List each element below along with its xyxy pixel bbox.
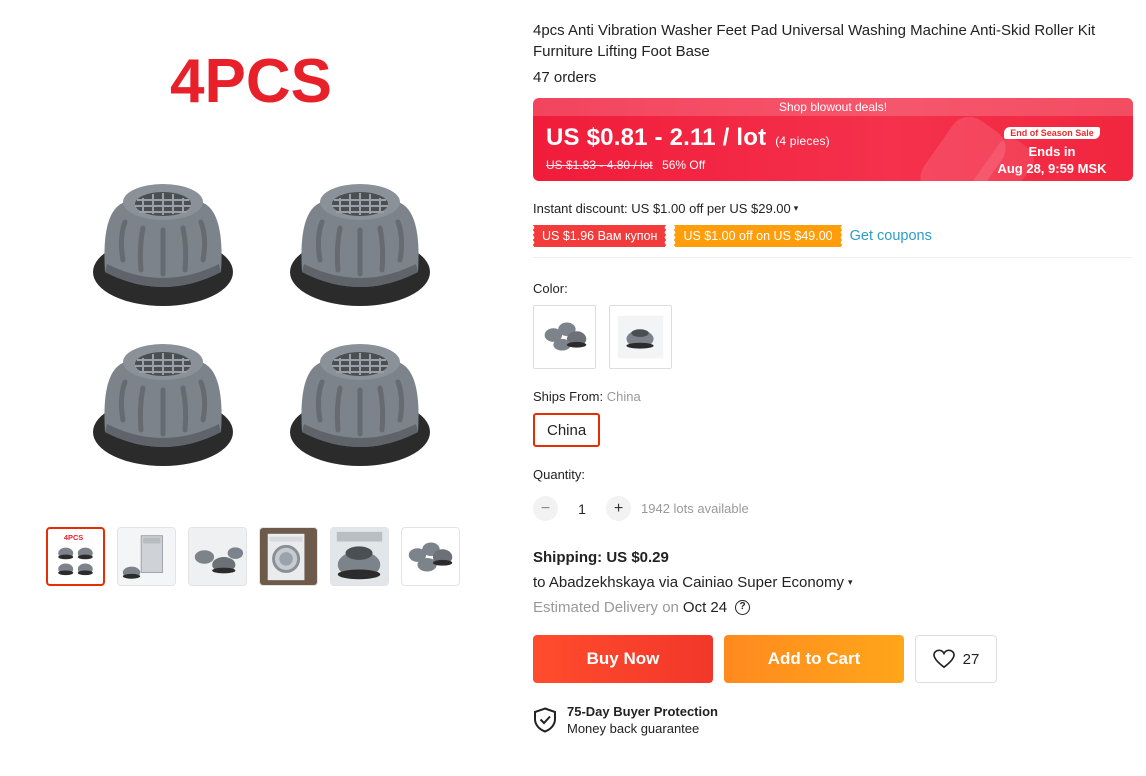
- color-option-1[interactable]: [533, 305, 596, 369]
- deal-price-value: US $0.81 - 2.11 / lot: [546, 124, 767, 151]
- thumbnail-strip: 4PCS: [46, 527, 460, 586]
- product-main-image[interactable]: 4PCS: [40, 30, 470, 500]
- main-image-label: 4PCS: [170, 47, 332, 116]
- wishlist-button[interactable]: 27: [915, 635, 997, 683]
- buyer-protection-title: 75-Day Buyer Protection: [567, 704, 718, 719]
- shield-check-icon: [534, 707, 556, 733]
- product-details: 4pcs Anti Vibration Washer Feet Pad Univ…: [531, 20, 1133, 736]
- thumbnail-5[interactable]: [330, 527, 389, 586]
- thumbnail-1[interactable]: 4PCS: [46, 527, 105, 586]
- quantity-value[interactable]: 1: [558, 501, 606, 517]
- season-sale-badge: End of Season Sale: [1004, 127, 1100, 139]
- thumbnail-6[interactable]: [401, 527, 460, 586]
- thumbnail-label: 4PCS: [64, 533, 83, 542]
- color-label: Color:: [533, 281, 568, 296]
- ships-from-label: Ships From:: [533, 389, 604, 404]
- estimated-delivery-date: Oct 24: [682, 599, 728, 616]
- deal-banner: Shop blowout deals! US $0.81 - 2.11 / lo…: [533, 98, 1133, 181]
- deal-original: US $1.83 - 4.80 / lot 56% Off: [546, 158, 705, 172]
- chevron-down-icon: ▾: [793, 203, 799, 213]
- deal-price: US $0.81 - 2.11 / lot (4 pieces): [546, 124, 830, 152]
- shipping-route[interactable]: to Abadzekhskaya via Cainiao Super Econo…: [533, 574, 1133, 591]
- discount-percent: 56% Off: [662, 158, 706, 172]
- buyer-protection: 75-Day Buyer Protection Money back guara…: [533, 704, 1133, 736]
- ships-from-value: China: [606, 389, 641, 404]
- ends-at: Aug 28, 9:59 MSK: [997, 161, 1107, 176]
- quantity-decrease-button[interactable]: −: [533, 496, 558, 521]
- estimated-delivery: Estimated Delivery on Oct 24 ?: [533, 599, 1133, 616]
- buy-now-button[interactable]: Buy Now: [533, 635, 713, 683]
- product-title: 4pcs Anti Vibration Washer Feet Pad Univ…: [533, 22, 1096, 60]
- instant-discount[interactable]: Instant discount: US $1.00 off per US $2…: [533, 201, 1133, 216]
- color-option-2[interactable]: [609, 305, 672, 369]
- shipping-cost: Shipping: US $0.29: [533, 549, 669, 566]
- quantity-available: 1942 lots available: [641, 501, 749, 516]
- coupon-badge[interactable]: US $1.96 Вам купон: [531, 225, 667, 247]
- help-icon[interactable]: ?: [735, 600, 751, 615]
- wishlist-count: 27: [962, 650, 980, 668]
- get-coupons-link[interactable]: Get coupons: [850, 228, 932, 244]
- chevron-down-icon: ▾: [848, 577, 853, 587]
- orders-count: 47 orders: [533, 69, 597, 86]
- quantity-label: Quantity:: [533, 467, 586, 482]
- buyer-protection-text: 75-Day Buyer Protection Money back guara…: [567, 704, 718, 736]
- quantity-stepper: − 1 + 1942 lots available: [533, 496, 1133, 521]
- sale-countdown: End of Season Sale Ends in Aug 28, 9:59 …: [997, 123, 1107, 176]
- deal-banner-label: Shop blowout deals!: [533, 98, 1133, 116]
- add-to-cart-button[interactable]: Add to Cart: [724, 635, 904, 683]
- estimated-delivery-label: Estimated Delivery on: [533, 599, 679, 616]
- purchase-actions: Buy Now Add to Cart 27: [533, 635, 1133, 683]
- thumbnail-2[interactable]: [117, 527, 176, 586]
- deal-price-unit: (4 pieces): [775, 134, 830, 148]
- original-price: US $1.83 - 4.80 / lot: [546, 158, 653, 172]
- coupon-row: US $1.96 Вам купон US $1.00 off on US $4…: [531, 225, 1133, 258]
- main-image-svg: 4PCS: [40, 47, 470, 500]
- ships-from-option-china[interactable]: China: [533, 413, 601, 447]
- instant-discount-text: Instant discount: US $1.00 off per US $2…: [533, 201, 791, 216]
- thumbnail-4[interactable]: [259, 527, 318, 586]
- quantity-increase-button[interactable]: +: [606, 496, 631, 521]
- heart-icon: [932, 649, 955, 669]
- thumbnail-3[interactable]: [188, 527, 247, 586]
- ships-from: Ships From: China: [533, 389, 1133, 404]
- buyer-protection-subtitle: Money back guarantee: [567, 721, 700, 736]
- coupon-badge[interactable]: US $1.00 off on US $49.00: [673, 225, 842, 247]
- color-swatches: [533, 305, 1133, 369]
- ends-in-label: Ends in: [1028, 144, 1076, 159]
- shipping-route-text: to Abadzekhskaya via Cainiao Super Econo…: [533, 574, 845, 591]
